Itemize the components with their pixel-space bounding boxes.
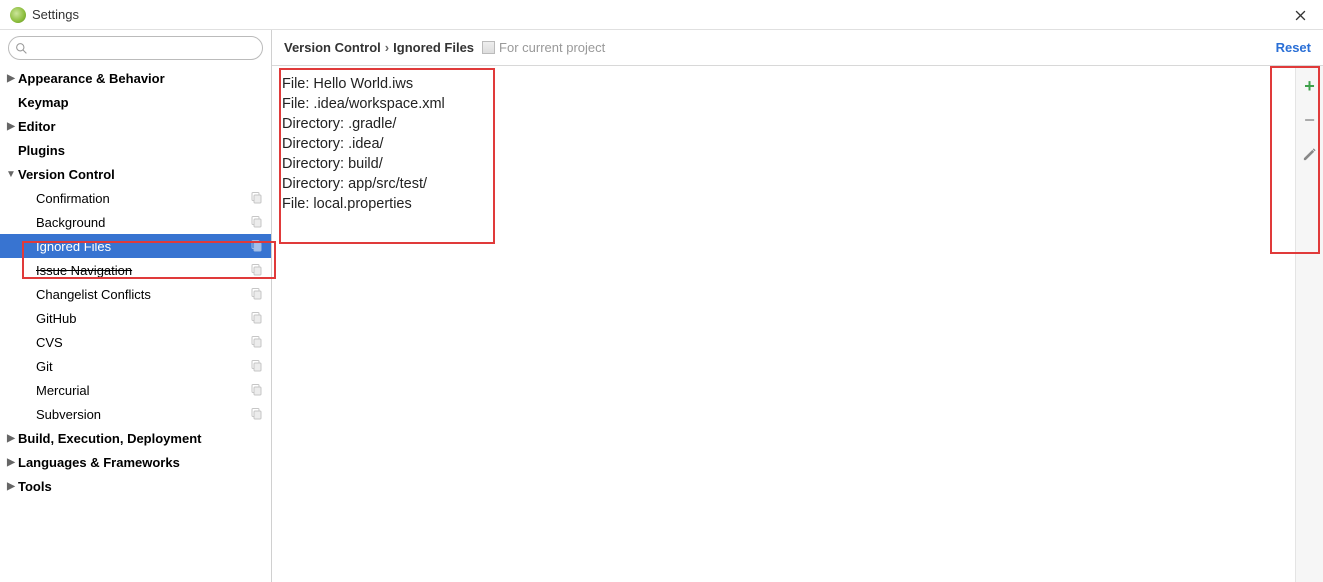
sidebar-item[interactable]: ▶Build, Execution, Deployment — [0, 426, 271, 450]
chevron-right-icon: ▶ — [6, 73, 16, 84]
sidebar-item[interactable]: Ignored Files — [0, 234, 271, 258]
project-scope-icon — [249, 383, 263, 397]
titlebar: Settings — [0, 0, 1323, 30]
sidebar-item-label: Background — [36, 215, 249, 230]
add-button[interactable]: + — [1300, 76, 1320, 96]
project-scope-icon — [249, 407, 263, 421]
chevron-right-icon: ▶ — [6, 481, 16, 492]
pencil-icon — [1302, 147, 1317, 162]
ignored-file-entry[interactable]: File: .idea/workspace.xml — [272, 94, 1295, 114]
chevron-down-icon: ▼ — [6, 169, 16, 180]
ignored-file-entry[interactable]: File: Hello World.iws — [272, 74, 1295, 94]
reset-link[interactable]: Reset — [1276, 40, 1311, 55]
sidebar-item-label: Appearance & Behavior — [18, 71, 263, 86]
sidebar-item[interactable]: ▼Version Control — [0, 162, 271, 186]
sidebar-item-label: GitHub — [36, 311, 249, 326]
ignored-file-entry[interactable]: Directory: .gradle/ — [272, 114, 1295, 134]
sidebar-item[interactable]: Plugins — [0, 138, 271, 162]
close-icon — [1295, 10, 1306, 21]
project-scope-icon — [249, 335, 263, 349]
ignored-file-entry[interactable]: Directory: .idea/ — [272, 134, 1295, 154]
sidebar-item[interactable]: ▶Tools — [0, 474, 271, 498]
breadcrumb-separator: › — [385, 40, 389, 55]
breadcrumb-current: Ignored Files — [393, 40, 474, 55]
sidebar-item[interactable]: Subversion — [0, 402, 271, 426]
remove-button[interactable]: − — [1300, 110, 1320, 130]
chevron-right-icon: ▶ — [6, 121, 16, 132]
sidebar-item-label: Issue Navigation — [36, 263, 249, 278]
sidebar-item-label: Editor — [18, 119, 263, 134]
sidebar-item[interactable]: ▶Editor — [0, 114, 271, 138]
sidebar-item-label: Build, Execution, Deployment — [18, 431, 263, 446]
search-input[interactable] — [32, 41, 256, 56]
sidebar-item[interactable]: Issue Navigation — [0, 258, 271, 282]
sidebar-item-label: Keymap — [18, 95, 263, 110]
sidebar-item[interactable]: Confirmation — [0, 186, 271, 210]
sidebar-item-label: Changelist Conflicts — [36, 287, 249, 302]
sidebar-item-label: CVS — [36, 335, 249, 350]
scope-icon — [482, 41, 495, 54]
sidebar-item[interactable]: GitHub — [0, 306, 271, 330]
sidebar-item[interactable]: ▶Appearance & Behavior — [0, 66, 271, 90]
project-scope-icon — [249, 239, 263, 253]
sidebar-item[interactable]: Changelist Conflicts — [0, 282, 271, 306]
sidebar-item[interactable]: Mercurial — [0, 378, 271, 402]
settings-tree: ▶Appearance & BehaviorKeymap▶EditorPlugi… — [0, 64, 271, 582]
edit-button[interactable] — [1300, 144, 1320, 164]
close-button[interactable] — [1277, 0, 1323, 30]
breadcrumb-bar: Version Control › Ignored Files For curr… — [272, 30, 1323, 66]
project-scope-icon — [249, 191, 263, 205]
sidebar-item[interactable]: ▶Languages & Frameworks — [0, 450, 271, 474]
sidebar-item-label: Mercurial — [36, 383, 249, 398]
sidebar: ▶Appearance & BehaviorKeymap▶EditorPlugi… — [0, 30, 272, 582]
list-toolbar: + − — [1295, 66, 1323, 582]
breadcrumb-parent: Version Control — [284, 40, 381, 55]
breadcrumb-scope: For current project — [499, 40, 605, 55]
sidebar-item[interactable]: CVS — [0, 330, 271, 354]
chevron-right-icon: ▶ — [6, 433, 16, 444]
window-title: Settings — [32, 7, 79, 22]
ignored-file-entry[interactable]: Directory: app/src/test/ — [272, 174, 1295, 194]
project-scope-icon — [249, 311, 263, 325]
sidebar-item-label: Languages & Frameworks — [18, 455, 263, 470]
sidebar-item-label: Tools — [18, 479, 263, 494]
ignored-files-list[interactable]: File: Hello World.iwsFile: .idea/workspa… — [272, 66, 1295, 582]
main-panel: Version Control › Ignored Files For curr… — [272, 30, 1323, 582]
sidebar-item[interactable]: Keymap — [0, 90, 271, 114]
sidebar-item[interactable]: Git — [0, 354, 271, 378]
chevron-right-icon: ▶ — [6, 457, 16, 468]
sidebar-item-label: Git — [36, 359, 249, 374]
project-scope-icon — [249, 263, 263, 277]
sidebar-item[interactable]: Background — [0, 210, 271, 234]
search-icon — [15, 42, 28, 55]
ignored-file-entry[interactable]: File: local.properties — [272, 194, 1295, 214]
search-input-wrap[interactable] — [8, 36, 263, 60]
sidebar-item-label: Version Control — [18, 167, 263, 182]
project-scope-icon — [249, 215, 263, 229]
sidebar-item-label: Subversion — [36, 407, 249, 422]
sidebar-item-label: Ignored Files — [36, 239, 249, 254]
sidebar-item-label: Plugins — [18, 143, 263, 158]
sidebar-item-label: Confirmation — [36, 191, 249, 206]
project-scope-icon — [249, 359, 263, 373]
app-icon — [10, 7, 26, 23]
project-scope-icon — [249, 287, 263, 301]
ignored-file-entry[interactable]: Directory: build/ — [272, 154, 1295, 174]
